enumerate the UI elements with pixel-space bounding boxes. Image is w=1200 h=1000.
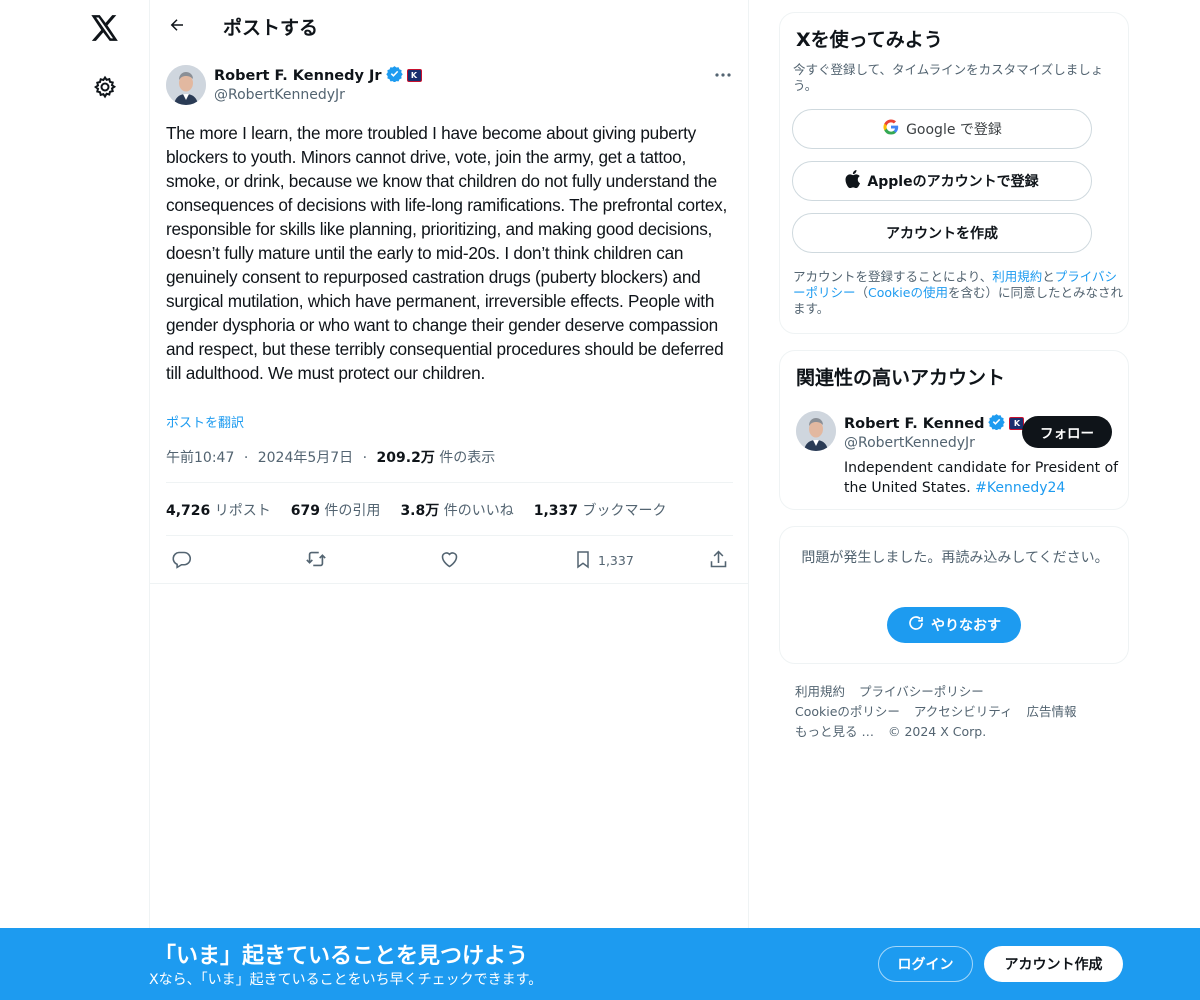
avatar[interactable]	[166, 65, 206, 105]
bookmark-icon[interactable]	[566, 542, 600, 576]
bookmark-count: 1,337	[598, 553, 634, 568]
tweet-meta: 午前10:47 · 2024年5月7日 · 209.2万 件の表示	[166, 447, 495, 467]
verified-icon	[385, 65, 403, 86]
back-button[interactable]	[164, 14, 190, 40]
bottom-bar-subtitle: Xなら、「いま」起きていることをいち早くチェックできます。	[149, 972, 543, 988]
divider	[166, 535, 733, 536]
reposts-stat[interactable]: 4,726 リポスト	[166, 500, 271, 520]
error-message: 問題が発生しました。再読み込みしてください。	[801, 550, 1109, 566]
gear-icon[interactable]	[91, 73, 119, 101]
signup-title: Xを使ってみよう	[796, 29, 943, 51]
divider	[166, 482, 733, 483]
related-account-name[interactable]: Robert F. Kenned K	[844, 413, 1025, 434]
like-icon[interactable]	[432, 542, 466, 576]
related-accounts-card: 関連性の高いアカウント Robert F. Kenned K @RobertKe…	[779, 350, 1129, 510]
cookie-link[interactable]: Cookieの使用	[868, 285, 948, 300]
x-logo-icon[interactable]	[89, 12, 121, 44]
footer-link-accessibility[interactable]: アクセシビリティ	[914, 704, 1013, 719]
apple-icon	[845, 170, 861, 192]
meta-separator: ·	[243, 450, 249, 466]
create-account-button[interactable]: アカウントを作成	[792, 213, 1092, 253]
meta-separator: ·	[362, 450, 368, 466]
footer-link-privacy[interactable]: プライバシーポリシー	[859, 684, 984, 699]
related-name-text: Robert F. Kenned	[844, 415, 985, 432]
tweet-text: The more I learn, the more troubled I ha…	[166, 123, 728, 383]
create-account-bottom-button[interactable]: アカウント作成	[984, 946, 1123, 982]
author-name[interactable]: Robert F. Kennedy Jr K	[214, 65, 422, 86]
bottom-bar-title: 「いま」起きていることを見つけよう	[154, 944, 529, 969]
footer-link-terms[interactable]: 利用規約	[795, 684, 845, 699]
likes-stat[interactable]: 3.8万 件のいいね	[400, 500, 513, 520]
footer-link-ads[interactable]: 広告情報	[1027, 704, 1077, 719]
login-button[interactable]: ログイン	[878, 946, 973, 982]
more-options-icon[interactable]	[708, 64, 738, 86]
related-title: 関連性の高いアカウント	[796, 367, 1006, 389]
retry-button[interactable]: やりなおす	[887, 607, 1021, 643]
page-title: ポストする	[223, 17, 319, 39]
retry-label: やりなおす	[931, 618, 1001, 634]
arrow-left-icon	[168, 16, 186, 38]
terms-link[interactable]: 利用規約	[992, 269, 1042, 284]
quotes-stat[interactable]: 679 件の引用	[291, 500, 381, 520]
tweet-date[interactable]: 2024年5月7日	[258, 450, 353, 466]
bottom-signup-bar: 「いま」起きていることを見つけよう Xなら、「いま」起きていることをいち早くチェ…	[0, 928, 1200, 1000]
google-signup-button[interactable]: Google で登録	[792, 109, 1092, 149]
verified-icon	[988, 413, 1006, 434]
footer-links: 利用規約 プライバシーポリシー Cookieのポリシー アクセシビリティ 広告情…	[795, 682, 1125, 742]
signup-card: Xを使ってみよう 今すぐ登録して、タイムラインをカスタマイズしましょう。 Goo…	[779, 12, 1129, 334]
related-account-handle[interactable]: @RobertKennedyJr	[844, 435, 975, 451]
avatar[interactable]	[796, 411, 836, 451]
apple-signup-label: Appleのアカウントで登録	[867, 174, 1039, 190]
author-handle[interactable]: @RobertKennedyJr	[214, 87, 345, 103]
tweet-stats: 4,726 リポスト 679 件の引用 3.8万 件のいいね 1,337 ブック…	[166, 500, 666, 520]
repost-icon[interactable]	[299, 542, 333, 576]
share-icon[interactable]	[701, 542, 735, 576]
author-name-text: Robert F. Kennedy Jr	[214, 67, 382, 84]
bookmarks-stat[interactable]: 1,337 ブックマーク	[534, 500, 667, 520]
footer-link-more[interactable]: もっと見る …	[795, 724, 874, 739]
google-signup-label: Google で登録	[906, 122, 1002, 138]
error-card: 問題が発生しました。再読み込みしてください。 やりなおす	[779, 526, 1129, 664]
signup-subtitle: 今すぐ登録して、タイムラインをカスタマイズしましょう。	[793, 62, 1104, 93]
follow-button[interactable]: フォロー	[1022, 416, 1112, 448]
footer-link-cookie[interactable]: Cookieのポリシー	[795, 704, 900, 719]
related-account-bio: Independent candidate for President of t…	[844, 460, 1119, 496]
terms-text: アカウントを登録することにより、利用規約とプライバシーポリシー（Cookieの使…	[793, 269, 1123, 316]
tweet-time[interactable]: 午前10:47	[166, 450, 234, 466]
create-account-label: アカウントを作成	[886, 226, 998, 242]
hashtag-link[interactable]: #Kennedy24	[975, 480, 1065, 496]
views-count: 209.2万	[376, 450, 435, 466]
views-label: 件の表示	[434, 450, 496, 466]
footer-copyright: © 2024 X Corp.	[887, 724, 987, 739]
reply-icon[interactable]	[164, 542, 198, 576]
refresh-icon	[907, 614, 925, 636]
affiliate-badge-icon: K	[406, 69, 422, 82]
main-column: ポストする Robert F. Kennedy Jr K @RobertKenn…	[149, 0, 749, 1000]
google-icon	[882, 118, 900, 140]
translate-link[interactable]: ポストを翻訳	[166, 412, 244, 431]
divider	[150, 583, 748, 584]
apple-signup-button[interactable]: Appleのアカウントで登録	[792, 161, 1092, 201]
